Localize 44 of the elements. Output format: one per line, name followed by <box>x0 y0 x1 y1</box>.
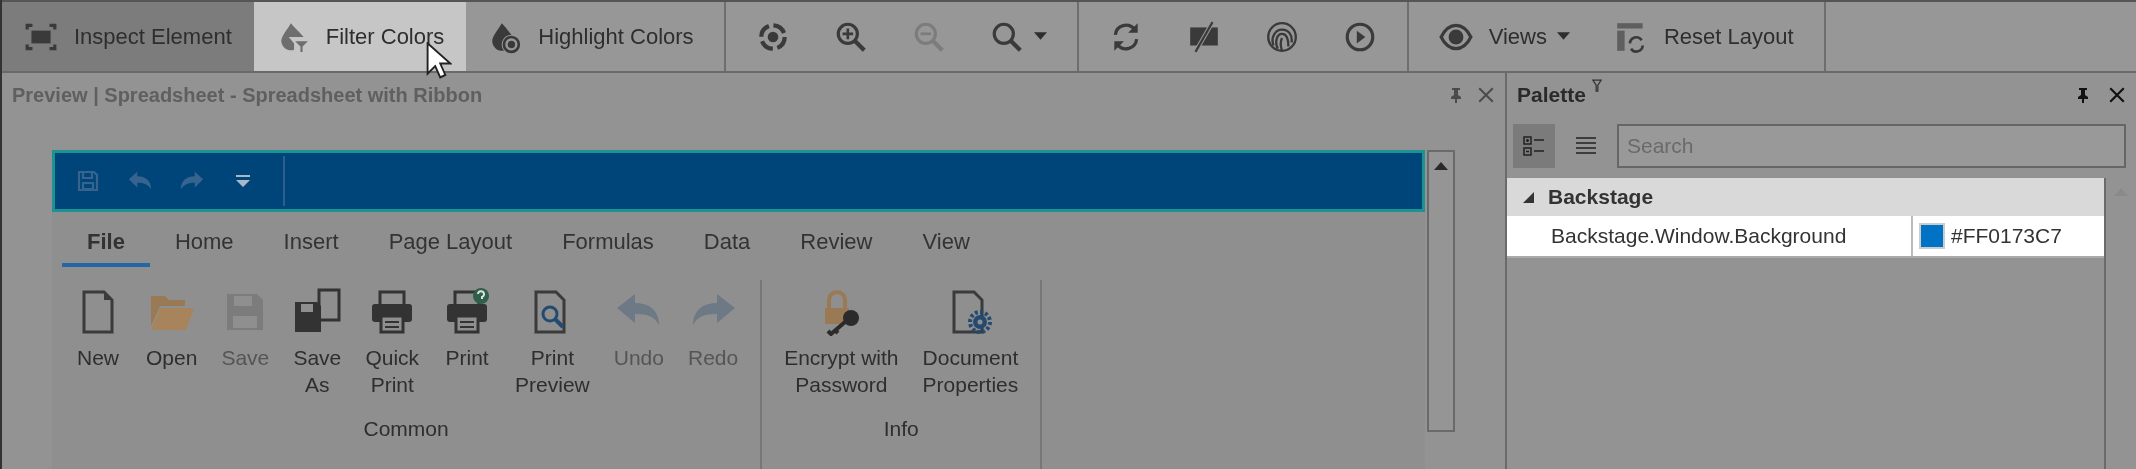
toolbar-button[interactable]: Filter Colors <box>253 2 467 71</box>
ribbon-tab[interactable]: Insert <box>258 219 364 267</box>
toolbar-button[interactable]: Views <box>1416 2 1592 71</box>
ribbon-tab[interactable]: Formulas <box>537 219 679 267</box>
toolbar-button[interactable]: Inspect Element <box>2 2 254 71</box>
toolbar-button[interactable]: Highlight Colors <box>466 2 716 71</box>
ribbon-button[interactable]: Encrypt with Password <box>772 280 911 407</box>
categorized-list-icon <box>1522 134 1546 158</box>
ribbon-tab[interactable]: View <box>897 219 995 267</box>
ribbon-tab[interactable]: Page Layout <box>363 219 538 267</box>
ribbon-tab[interactable]: Home <box>149 219 259 267</box>
toolbar-button[interactable]: Reset Layout <box>1591 2 1816 71</box>
ribbon-button[interactable]: Quick Print <box>353 280 432 407</box>
ribbon-button[interactable]: New <box>62 280 134 407</box>
group-label: Info <box>882 416 920 441</box>
panel-title: Palette <box>1517 83 1586 107</box>
customize-caret-icon[interactable] <box>235 174 251 188</box>
property-name: Backstage.Window.Background <box>1507 216 1913 256</box>
scroll-up-icon[interactable] <box>1434 162 1448 170</box>
cursor-icon <box>426 42 452 80</box>
caret-icon <box>1033 32 1047 41</box>
funnel-icon[interactable] <box>1591 79 1602 93</box>
ribbon-button[interactable]: Print <box>431 280 504 407</box>
ribbon-button[interactable]: Print Preview <box>503 280 602 407</box>
category-header[interactable]: Backstage <box>1507 178 2104 216</box>
ribbon-button[interactable]: Save As <box>281 280 354 407</box>
color-swatch[interactable] <box>1921 225 1943 247</box>
close-icon[interactable] <box>2108 86 2126 104</box>
ribbon-tab[interactable]: Review <box>775 219 898 267</box>
ribbon-tab[interactable]: File <box>62 219 150 267</box>
scrollbar[interactable] <box>1427 150 1455 432</box>
ribbon-tab[interactable]: Data <box>678 219 776 267</box>
group-label: Common <box>362 416 450 441</box>
close-icon[interactable] <box>1477 86 1495 104</box>
expanded-triangle-icon <box>1523 191 1534 203</box>
pin-icon[interactable] <box>1449 87 1463 103</box>
property-value: #FF0173C7 <box>1951 224 2062 248</box>
ribbon-button[interactable]: Open <box>134 280 210 407</box>
ribbon-button[interactable]: Document Properties <box>910 280 1031 407</box>
caret-icon <box>1556 32 1570 41</box>
category-name: Backstage <box>1548 185 1654 209</box>
fingerprint-icon <box>1264 19 1299 54</box>
pin-icon[interactable] <box>2076 87 2090 103</box>
categorized-view-button[interactable] <box>1513 124 1555 168</box>
